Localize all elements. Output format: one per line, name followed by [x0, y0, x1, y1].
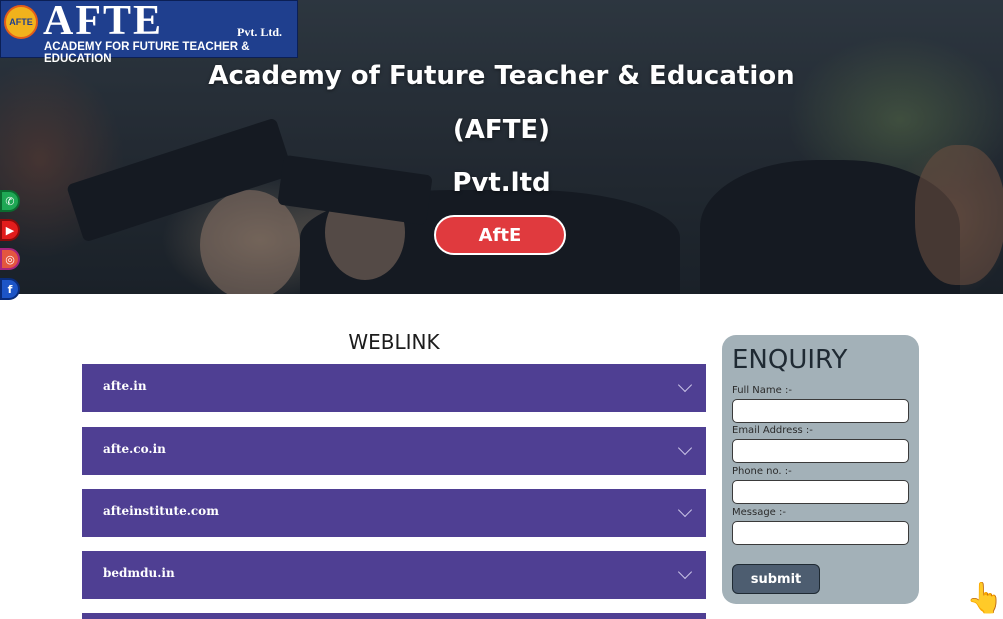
chevron-down-icon — [677, 502, 693, 518]
weblink-item-label: bedmdu.in — [103, 566, 175, 580]
email-label: Email Address :- — [732, 425, 813, 436]
weblink-item-afte-in[interactable]: afte.in — [82, 364, 706, 412]
hero-banner: AFTE AFTE Pvt. Ltd. ACADEMY FOR FUTURE T… — [0, 0, 1003, 294]
facebook-icon[interactable]: f — [0, 278, 20, 300]
enquiry-title: ENQUIRY — [732, 345, 848, 375]
weblink-item-label: afte.co.in — [103, 442, 166, 456]
hero-title-line3: Pvt.ltd — [452, 168, 551, 198]
site-logo[interactable]: AFTE AFTE Pvt. Ltd. ACADEMY FOR FUTURE T… — [0, 0, 298, 65]
pointer-hand-icon: 👆 — [966, 582, 1003, 615]
chevron-down-icon — [677, 377, 693, 393]
enquiry-form: ENQUIRY Full Name :- Email Address :- Ph… — [722, 335, 919, 604]
weblink-item-bedmdu-in[interactable]: bedmdu.in — [82, 551, 706, 599]
logo-suffix: Pvt. Ltd. — [237, 25, 282, 39]
message-field[interactable] — [732, 521, 909, 545]
full-name-field[interactable] — [732, 399, 909, 423]
full-name-label: Full Name :- — [732, 385, 792, 396]
logo-main-text: AFTE — [43, 0, 164, 44]
phone-field[interactable] — [732, 480, 909, 504]
logo-badge-icon: AFTE — [4, 5, 38, 39]
email-field[interactable] — [732, 439, 909, 463]
hero-aftE-button[interactable]: AftE — [434, 215, 566, 255]
hero-title-line1: Academy of Future Teacher & Education — [208, 61, 795, 91]
hero-title-line2: (AFTE) — [452, 115, 551, 145]
submit-button[interactable]: submit — [732, 564, 820, 594]
weblink-heading: WEBLINK — [348, 330, 440, 354]
weblink-item-afte-co-in[interactable]: afte.co.in — [82, 427, 706, 475]
chevron-down-icon — [677, 564, 693, 580]
weblink-item-partial[interactable] — [82, 613, 706, 619]
weblink-item-afteinstitute-com[interactable]: afteinstitute.com — [82, 489, 706, 537]
weblink-item-label: afteinstitute.com — [103, 504, 219, 518]
message-label: Message :- — [732, 507, 786, 518]
weblink-item-label: afte.in — [103, 379, 147, 393]
chevron-down-icon — [677, 440, 693, 456]
phone-label: Phone no. :- — [732, 466, 792, 477]
